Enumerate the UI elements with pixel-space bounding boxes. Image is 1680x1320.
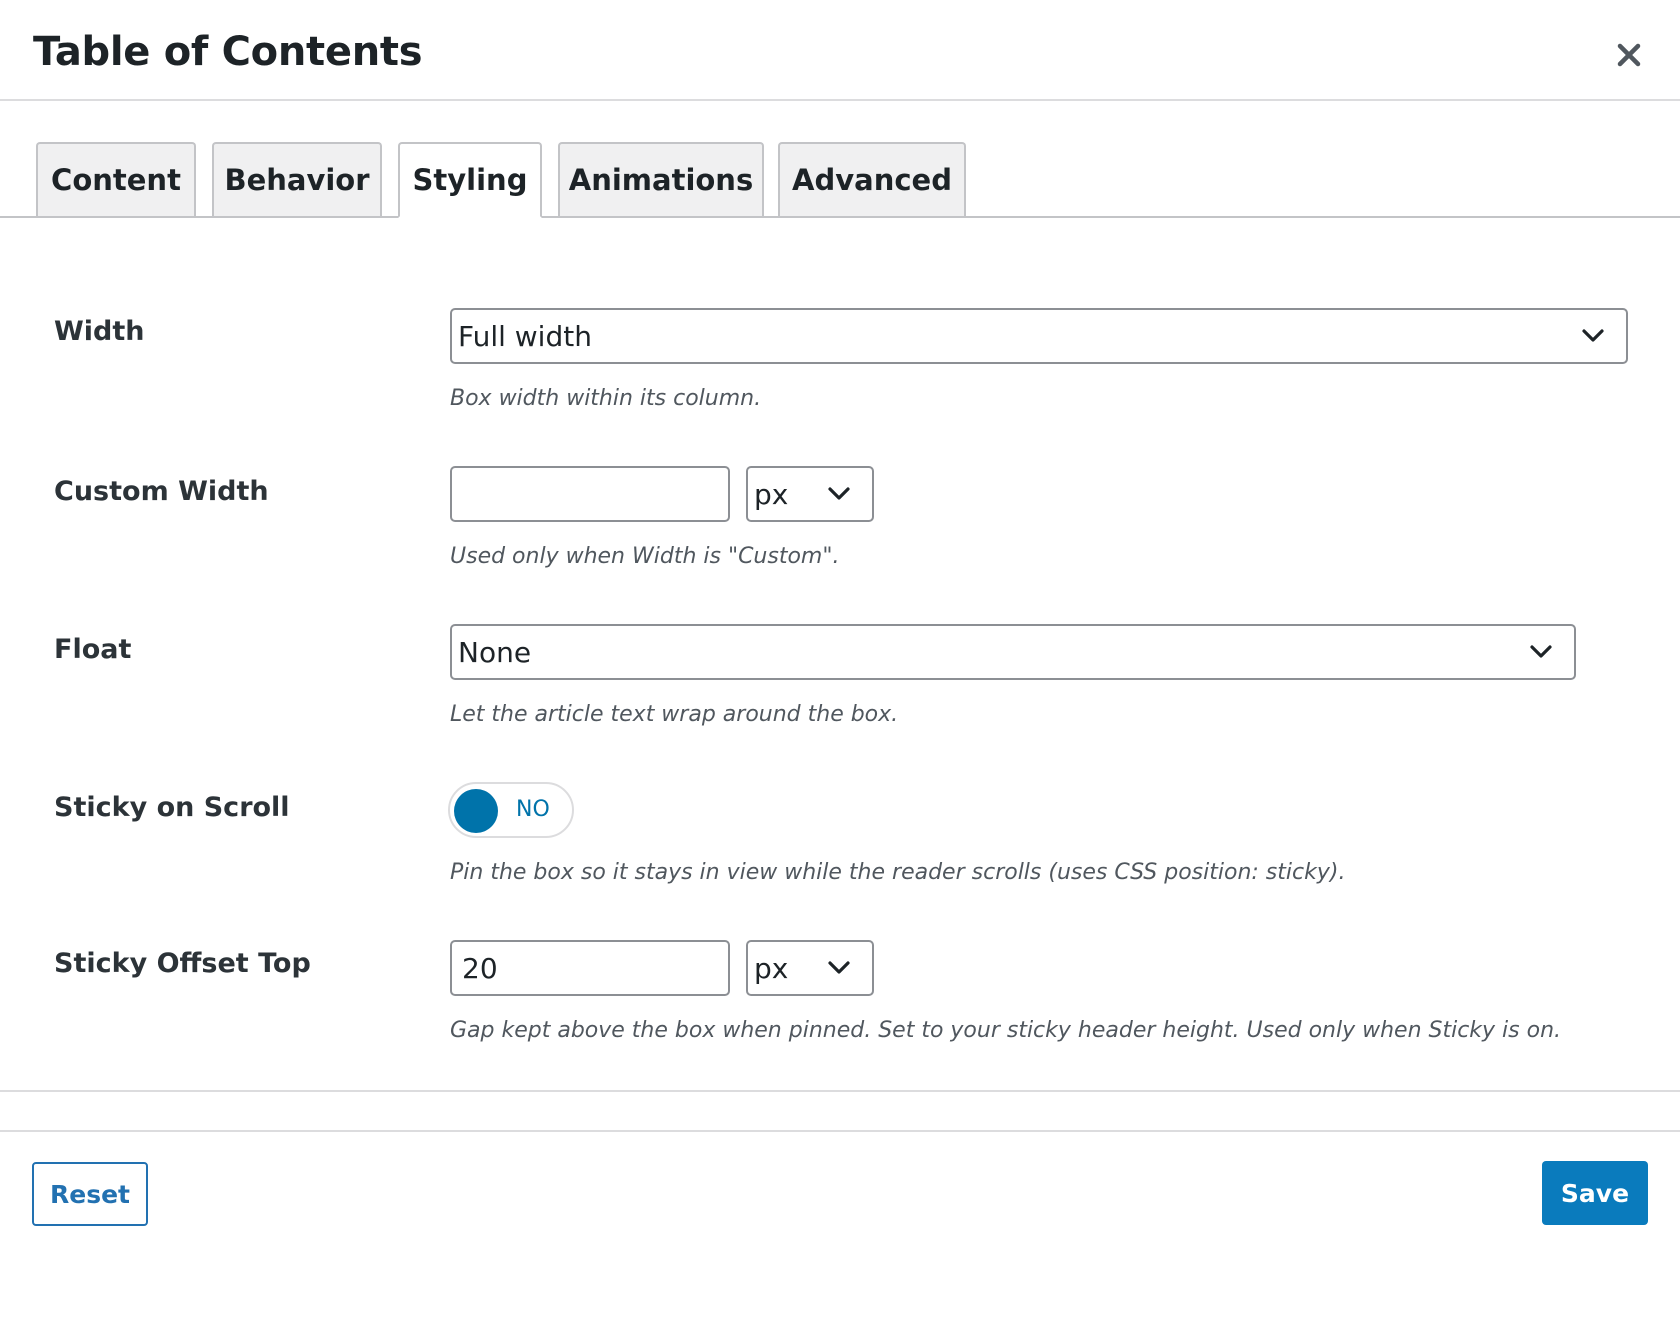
custom-width-description: Used only when Width is "Custom". — [450, 544, 840, 569]
width-label: Width — [54, 316, 145, 347]
sticky-offset-top-input[interactable]: 20 — [450, 940, 730, 996]
dialog-title: Table of Contents — [33, 29, 423, 75]
toggle-knob — [454, 789, 498, 833]
custom-width-unit-select[interactable]: px — [746, 466, 874, 522]
dialog-header: Table of Contents — [0, 0, 1680, 101]
tab-advanced[interactable]: Advanced — [778, 142, 966, 216]
chevron-down-icon — [828, 487, 850, 500]
reset-button[interactable]: Reset — [32, 1162, 148, 1226]
sticky-on-scroll-description: Pin the box so it stays in view while th… — [450, 860, 1346, 885]
width-select-value: Full width — [458, 319, 592, 353]
float-select[interactable]: None — [450, 624, 1576, 680]
footer-divider — [0, 1130, 1680, 1132]
custom-width-label: Custom Width — [54, 476, 269, 507]
tab-content[interactable]: Content — [36, 142, 196, 216]
content-divider — [0, 1090, 1680, 1092]
save-button[interactable]: Save — [1542, 1161, 1648, 1225]
tab-behavior[interactable]: Behavior — [212, 142, 382, 216]
chevron-down-icon — [1530, 645, 1552, 658]
width-description: Box width within its column. — [450, 386, 762, 411]
sticky-offset-top-label: Sticky Offset Top — [54, 948, 311, 979]
close-button[interactable] — [1606, 32, 1652, 78]
toggle-state-text: NO — [516, 797, 550, 822]
table-of-contents-dialog: Table of Contents Content Behavior Styli… — [0, 0, 1680, 1320]
sticky-on-scroll-label: Sticky on Scroll — [54, 792, 290, 823]
float-description: Let the article text wrap around the box… — [450, 702, 899, 727]
custom-width-input[interactable] — [450, 466, 730, 522]
tab-animations[interactable]: Animations — [558, 142, 764, 216]
sticky-offset-unit-value: px — [754, 951, 789, 985]
tab-styling[interactable]: Styling — [398, 142, 542, 218]
width-select[interactable]: Full width — [450, 308, 1628, 364]
float-select-value: None — [458, 635, 532, 669]
chevron-down-icon — [828, 961, 850, 974]
sticky-offset-top-description: Gap kept above the box when pinned. Set … — [450, 1018, 1562, 1043]
chevron-down-icon — [1582, 329, 1604, 342]
float-label: Float — [54, 634, 132, 665]
custom-width-unit-value: px — [754, 477, 789, 511]
sticky-offset-unit-select[interactable]: px — [746, 940, 874, 996]
tab-bar: Content Behavior Styling Animations Adva… — [0, 142, 1680, 218]
close-icon — [1617, 43, 1641, 67]
sticky-on-scroll-toggle[interactable]: NO — [448, 782, 574, 838]
